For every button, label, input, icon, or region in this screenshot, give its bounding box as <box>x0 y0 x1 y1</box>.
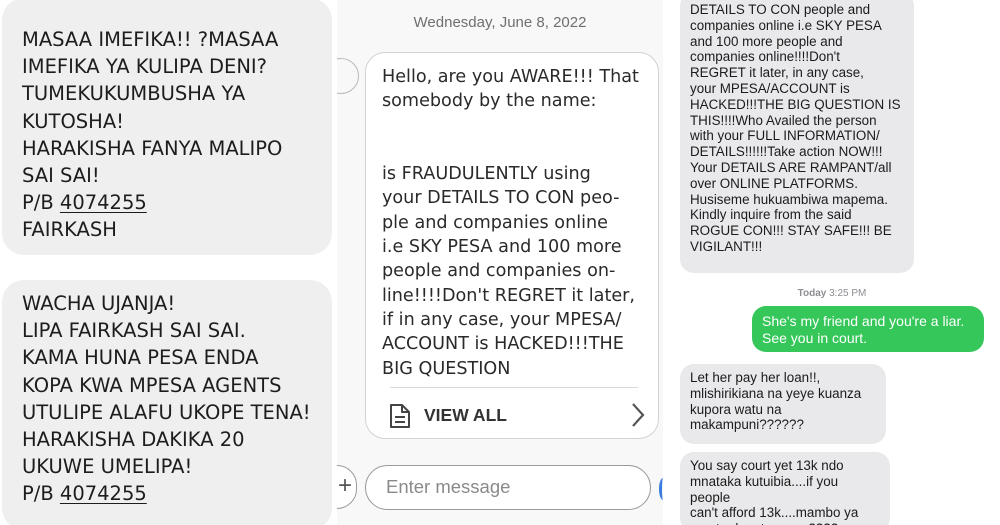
sender-signature: FAIRKASH <box>22 218 117 242</box>
view-all-button[interactable]: VIEW ALL <box>388 399 648 431</box>
left-screenshot-panel: MASAA IMEFIKA!! ?MASAA IMEFIKA YA KULIPA… <box>0 0 336 525</box>
view-all-label: VIEW ALL <box>424 405 507 425</box>
fairkash-message-1: MASAA IMEFIKA!! ?MASAA IMEFIKA YA KULIPA… <box>2 0 332 255</box>
message-text: WACHA UJANJA! LIPA FAIRKASH SAI SAI. KAM… <box>22 292 311 506</box>
sender-avatar[interactable] <box>337 58 359 94</box>
fairkash-message-2: WACHA UJANJA! LIPA FAIRKASH SAI SAI. KAM… <box>2 280 332 525</box>
chevron-right-icon <box>632 403 645 427</box>
message-text: Hello, are you AWARE!!! That somebody by… <box>382 67 639 379</box>
right-screenshot-panel: DETAILS TO CON people and companies onli… <box>664 0 1000 525</box>
document-icon <box>390 404 410 428</box>
send-button-edge[interactable] <box>659 478 663 500</box>
outgoing-message[interactable]: She's my friend and you're a liar. See y… <box>752 306 984 352</box>
message-timestamp: Today 3:25 PM <box>664 288 1000 299</box>
conversation-date: Wednesday, June 8, 2022 <box>413 14 587 31</box>
message-input[interactable]: Enter message <box>365 465 651 510</box>
message-text: MASAA IMEFIKA!! ?MASAA IMEFIKA YA KULIPA… <box>22 28 283 215</box>
incoming-message[interactable]: You say court yet 13k ndo mnataka kutuib… <box>680 452 890 525</box>
incoming-message-card[interactable]: Hello, are you AWARE!!! That somebody by… <box>365 52 659 439</box>
paybill-link[interactable]: 4074255 <box>60 482 147 505</box>
attach-button[interactable]: + <box>337 465 357 509</box>
middle-screenshot-panel: Wednesday, June 8, 2022 Hello, are you A… <box>337 0 663 525</box>
timestamp-day: Today <box>797 288 827 299</box>
card-divider <box>390 387 638 388</box>
plus-icon: + <box>338 472 353 499</box>
timestamp-time: 3:25 PM <box>829 288 867 299</box>
incoming-message[interactable]: DETAILS TO CON people and companies onli… <box>680 0 914 273</box>
paybill-link[interactable]: 4074255 <box>60 191 147 214</box>
redacted-name-blur <box>372 119 604 161</box>
incoming-message[interactable]: Let her pay her loan!!, mlishirikiana na… <box>680 364 886 444</box>
